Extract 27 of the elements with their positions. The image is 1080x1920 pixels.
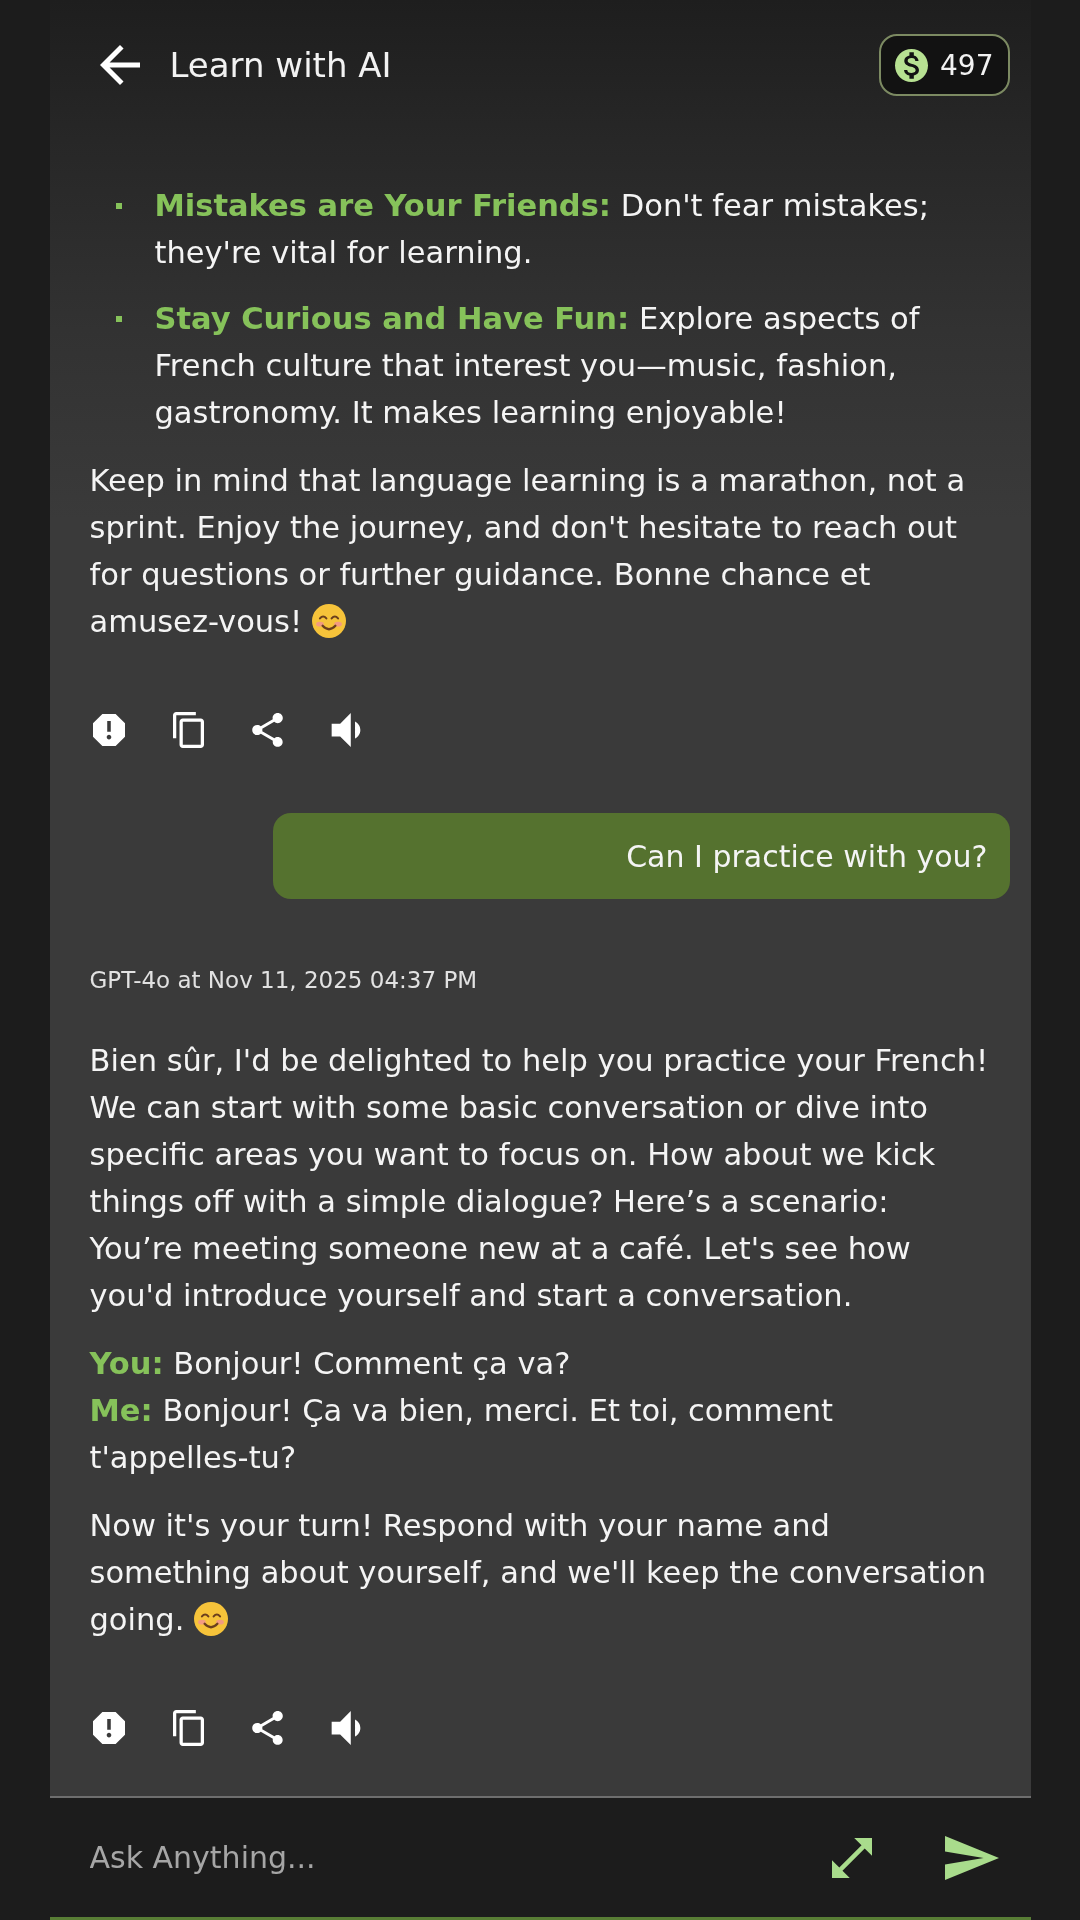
message-text: Keep in mind that language learning is a marathon, not a sprint. Enjoy the journey, and don't hesitate to reach out for questions or further guidance. Bonne chance et amusez-vous! (89, 463, 966, 639)
speaker-icon[interactable] (330, 713, 361, 747)
dialogue-line: Me: Bonjour! Ça va bien, merci. Et toi, comment t'appelles-tu? (89, 1392, 834, 1477)
message-input-field[interactable]: Ask Anything... (89, 1827, 802, 1888)
message-text: Now it's your turn! Respond with your name and something about yourself, and we'll keep the conversation going. (89, 1508, 987, 1637)
list-item-text: Stay Curious and Have Fun: Explore aspects of French culture that interest you—music, fashion, gastronomy. It makes learning enjoyable! (154, 300, 921, 432)
dollar-coin-icon (895, 48, 929, 82)
bullet-icon (115, 316, 122, 322)
report-icon[interactable] (92, 1712, 125, 1744)
share-icon[interactable] (251, 713, 283, 747)
send-icon[interactable] (944, 1835, 999, 1880)
message-meta: GPT-4o at Nov 11, 2025 04:37 PM (89, 966, 479, 995)
copy-icon[interactable] (172, 712, 204, 748)
coin-count: 497 (940, 48, 994, 82)
back-arrow-icon[interactable] (99, 45, 140, 85)
share-icon[interactable] (251, 1711, 283, 1745)
copy-icon[interactable] (172, 1710, 204, 1746)
report-icon[interactable] (92, 714, 125, 746)
user-message: Can I practice with you? (272, 813, 1010, 899)
expand-icon[interactable] (831, 1837, 872, 1878)
list-item-text: Mistakes are Your Friends: Don't fear mistakes; they're vital for learning. (154, 187, 930, 272)
speaker-icon[interactable] (330, 1711, 361, 1745)
bullet-icon (115, 203, 122, 209)
coin-balance-badge[interactable]: 497 (879, 34, 1010, 96)
message-text: Bien sûr, I'd be delighted to help you practice your French! We can start with some basic conversation or dive into specific areas you want to focus on. How about we kick things off with a simple dialogue? Here’s a scenario: You’re meeting someone new at a café. Let's see how you'd introduce yourself and start a conversation. (89, 1042, 989, 1315)
screen-title: Learn with AI (169, 45, 392, 85)
dialogue-line: You: Bonjour! Comment ça va? (89, 1345, 572, 1383)
